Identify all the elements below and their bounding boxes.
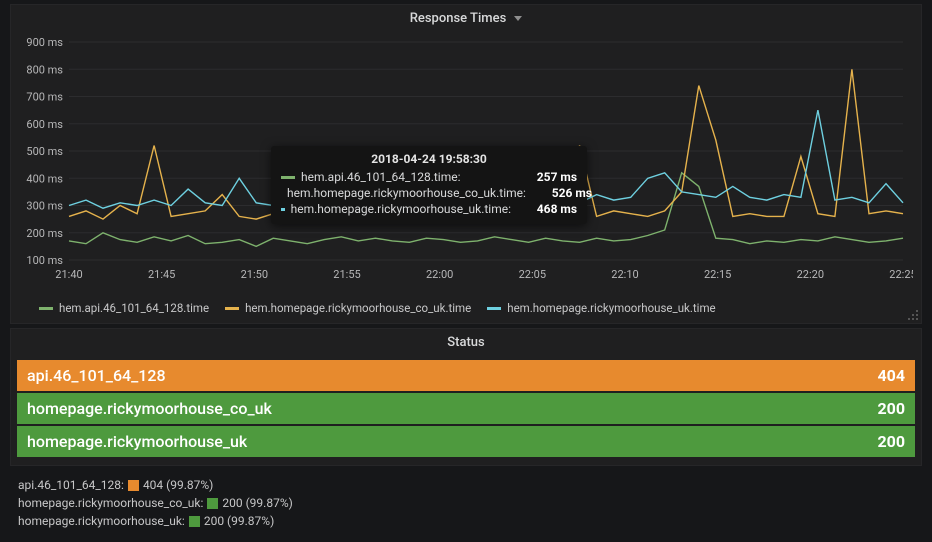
svg-text:22:05: 22:05 (519, 268, 546, 281)
tooltip-swatch (281, 176, 295, 179)
svg-text:600 ms: 600 ms (26, 118, 63, 131)
svg-text:21:50: 21:50 (241, 268, 268, 281)
tooltip-label: hem.homepage.rickymoorhouse_uk.time: (291, 202, 511, 216)
status-bar[interactable]: homepage.rickymoorhouse_co_uk 200 (17, 393, 915, 424)
svg-text:500 ms: 500 ms (26, 145, 63, 158)
status-value: 200 (877, 432, 905, 451)
tooltip-time: 2018-04-24 19:58:30 (281, 152, 577, 166)
svg-text:22:15: 22:15 (704, 268, 731, 281)
status-panel: Status api.46_101_64_128 404 homepage.ri… (10, 328, 922, 466)
legend-swatch (39, 307, 53, 310)
status-color-icon (207, 498, 218, 509)
status-name: homepage.rickymoorhouse_uk (27, 432, 247, 451)
svg-text:22:10: 22:10 (611, 268, 638, 281)
tooltip-value: 526 ms (532, 186, 592, 200)
resize-handle-icon[interactable] (908, 310, 918, 320)
status-body: api.46_101_64_128 404 homepage.rickymoor… (11, 354, 921, 465)
tooltip-row: hem.homepage.rickymoorhouse_co_uk.time: … (281, 186, 577, 200)
tooltip-row: hem.homepage.rickymoorhouse_uk.time: 468… (281, 202, 577, 216)
summary-row[interactable]: homepage.rickymoorhouse_uk: 200 (99.87%) (18, 514, 914, 528)
legend-item[interactable]: hem.api.46_101_64_128.time (39, 301, 209, 315)
legend-swatch (487, 307, 501, 310)
status-value: 404 (877, 366, 905, 385)
status-bar[interactable]: api.46_101_64_128 404 (17, 360, 915, 391)
svg-text:200 ms: 200 ms (26, 227, 63, 240)
chart-tooltip: 2018-04-24 19:58:30 hem.api.46_101_64_12… (271, 146, 587, 224)
summary-name: homepage.rickymoorhouse_uk: (18, 514, 185, 528)
summary-tail: 200 (99.87%) (204, 514, 274, 528)
status-name: homepage.rickymoorhouse_co_uk (27, 399, 272, 418)
chart-legend: hem.api.46_101_64_128.time hem.homepage.… (11, 295, 921, 323)
svg-text:300 ms: 300 ms (26, 200, 63, 213)
status-summary: api.46_101_64_128: 404 (99.87%) homepage… (0, 470, 932, 542)
tooltip-value: 257 ms (517, 170, 577, 184)
legend-label: hem.homepage.rickymoorhouse_uk.time (507, 301, 715, 315)
svg-text:800 ms: 800 ms (26, 63, 63, 76)
panel-title-row[interactable]: Response Times (11, 5, 921, 30)
legend-item[interactable]: hem.homepage.rickymoorhouse_uk.time (487, 301, 715, 315)
svg-text:22:00: 22:00 (426, 268, 453, 281)
tooltip-label: hem.api.46_101_64_128.time: (301, 170, 511, 184)
panel-title-row[interactable]: Status (11, 329, 921, 354)
svg-text:900 ms: 900 ms (26, 36, 63, 49)
summary-tail: 404 (99.87%) (143, 478, 213, 492)
svg-text:21:45: 21:45 (148, 268, 175, 281)
summary-name: api.46_101_64_128: (18, 478, 124, 492)
status-bar[interactable]: homepage.rickymoorhouse_uk 200 (17, 426, 915, 457)
svg-text:400 ms: 400 ms (26, 172, 63, 185)
summary-row[interactable]: homepage.rickymoorhouse_co_uk: 200 (99.8… (18, 496, 914, 510)
svg-text:22:25: 22:25 (889, 268, 913, 281)
svg-text:700 ms: 700 ms (26, 91, 63, 104)
svg-text:22:20: 22:20 (797, 268, 824, 281)
tooltip-value: 468 ms (517, 202, 577, 216)
status-color-icon (189, 516, 200, 527)
summary-row[interactable]: api.46_101_64_128: 404 (99.87%) (18, 478, 914, 492)
svg-text:21:40: 21:40 (55, 268, 82, 281)
chevron-down-icon (514, 16, 522, 21)
status-color-icon (128, 480, 139, 491)
legend-swatch (225, 307, 239, 310)
panel-title-text: Response Times (410, 11, 507, 26)
chart-body[interactable]: 100 ms 200 ms 300 ms 400 ms 500 ms 600 ms 700 … (11, 30, 921, 295)
panel-title-text: Status (447, 335, 484, 350)
svg-text:100 ms: 100 ms (26, 254, 63, 267)
tooltip-label: hem.homepage.rickymoorhouse_co_uk.time: (287, 186, 526, 200)
status-name: api.46_101_64_128 (27, 366, 166, 385)
legend-label: hem.homepage.rickymoorhouse_co_uk.time (245, 301, 471, 315)
tooltip-row: hem.api.46_101_64_128.time: 257 ms (281, 170, 577, 184)
response-times-panel: Response Times 100 ms 200 ms 300 ms 400 ms 5… (10, 4, 922, 324)
tooltip-swatch (281, 208, 285, 211)
status-value: 200 (877, 399, 905, 418)
svg-text:21:55: 21:55 (333, 268, 360, 281)
legend-item[interactable]: hem.homepage.rickymoorhouse_co_uk.time (225, 301, 471, 315)
legend-label: hem.api.46_101_64_128.time (59, 301, 209, 315)
summary-tail: 200 (99.87%) (222, 496, 292, 510)
summary-name: homepage.rickymoorhouse_co_uk: (18, 496, 203, 510)
